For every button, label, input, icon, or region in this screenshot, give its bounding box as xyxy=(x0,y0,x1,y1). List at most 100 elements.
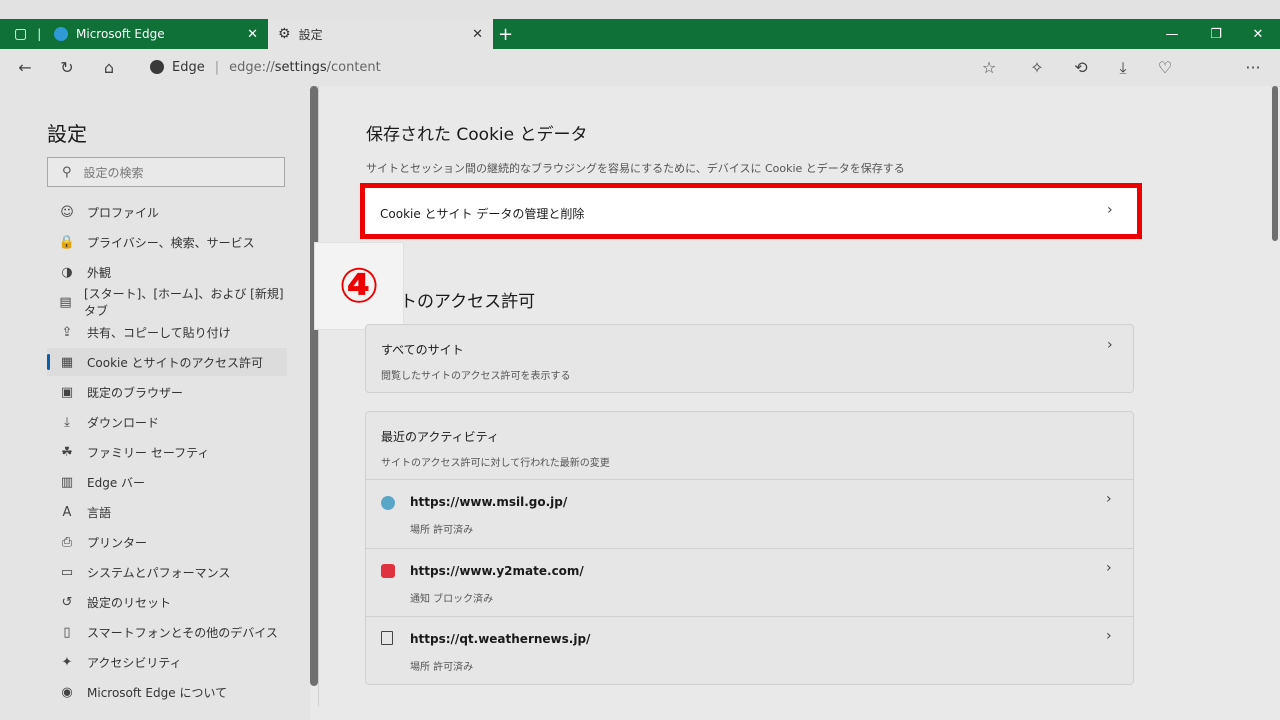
edge-logo-icon xyxy=(54,27,68,41)
page-title: 設定 xyxy=(47,122,87,146)
sidebar-item-label: アクセシビリティ xyxy=(87,655,182,670)
phone-icon: ▯ xyxy=(63,624,71,640)
history-icon: ⟲ xyxy=(1074,58,1088,77)
all-sites-row[interactable]: すべてのサイト 閲覧したサイトのアクセス許可を表示する › xyxy=(365,324,1134,393)
step-marker: ④ xyxy=(315,243,403,329)
manage-cookies-row[interactable]: Cookie とサイト データの管理と削除 › xyxy=(360,183,1142,239)
close-window-button[interactable]: ✕ xyxy=(1236,19,1280,49)
minimize-button[interactable]: — xyxy=(1150,19,1194,49)
sidebar-item-label: システムとパフォーマンス xyxy=(87,565,231,580)
gear-icon: ⚙ xyxy=(278,26,291,42)
address-bar[interactable]: Edge | edge://settings/content xyxy=(136,53,1016,81)
close-tab-icon[interactable]: ✕ xyxy=(472,27,483,42)
sidebar-item-label: スマートフォンとその他のデバイス xyxy=(87,625,278,640)
puzzle-icon: ✧ xyxy=(1030,58,1044,77)
lock-icon: 🔒 xyxy=(58,234,76,250)
back-button[interactable]: ← xyxy=(10,49,40,86)
refresh-icon: ↻ xyxy=(60,58,74,77)
file-icon xyxy=(381,631,393,645)
manage-cookies-label: Cookie とサイト データの管理と削除 xyxy=(380,207,585,221)
favorite-button[interactable]: ☆ xyxy=(974,49,1004,86)
tab-actions-button[interactable]: ▢ | xyxy=(0,19,48,49)
sidebar-item[interactable]: ◉ Microsoft Edge について xyxy=(47,678,287,706)
content-scrollbar[interactable] xyxy=(1272,86,1278,241)
sidebar-item[interactable]: A 言語 xyxy=(47,498,287,526)
sidebar-item-label: Microsoft Edge について xyxy=(87,685,228,700)
sidebar-item-label: 外観 xyxy=(87,265,112,280)
tab-title: 設定 xyxy=(298,27,323,42)
search-input[interactable]: ⚲ 設定の検索 xyxy=(47,157,285,187)
downloads-button[interactable]: ⤓ xyxy=(1108,49,1138,86)
tab-title: Microsoft Edge xyxy=(76,27,165,41)
chevron-right-icon: › xyxy=(1106,560,1112,576)
tab-actions-icon: ▢ xyxy=(14,26,28,42)
sidebar-item[interactable]: 🔒 プライバシー、検索、サービス xyxy=(47,228,287,256)
sidebar-item[interactable]: ◑ 外観 xyxy=(47,258,287,286)
site-row-msil[interactable]: https://www.msil.go.jp/ 場所 許可済み › xyxy=(365,481,1134,547)
sidebar-item[interactable]: ⇪ 共有、コピーして貼り付け xyxy=(47,318,287,346)
system-icon: ▭ xyxy=(60,564,74,580)
sidebar-item[interactable]: ▭ システムとパフォーマンス xyxy=(47,558,287,586)
sidebar-item[interactable]: ▦ Cookie とサイトのアクセス許可 xyxy=(47,348,287,376)
sidebar-item-label: [スタート]、[ホーム]、および [新規] タブ xyxy=(84,287,284,318)
search-placeholder: 設定の検索 xyxy=(83,165,144,180)
sidebar-item-label: ファミリー セーフティ xyxy=(87,445,210,460)
globe-icon xyxy=(381,496,395,510)
more-button[interactable]: ··· xyxy=(1238,49,1268,86)
sidebar-item-label: Cookie とサイトのアクセス許可 xyxy=(87,355,263,370)
sidebar-item-label: 言語 xyxy=(87,505,112,520)
minimize-icon: — xyxy=(1165,26,1179,42)
sidebar-item[interactable]: ⎙ プリンター xyxy=(47,528,287,556)
heart-pulse-icon: ♡ xyxy=(1157,58,1173,77)
sidebar-item-label: 設定のリセット xyxy=(87,595,172,610)
sidebar-scrollbar[interactable] xyxy=(310,86,318,686)
sidebar-item[interactable]: ↺ 設定のリセット xyxy=(47,588,287,616)
home-button[interactable]: ⌂ xyxy=(94,49,124,86)
language-icon: A xyxy=(62,504,72,520)
printer-icon: ⎙ xyxy=(61,534,73,550)
new-tab-button[interactable]: + xyxy=(498,19,522,49)
site-row-weathernews[interactable]: https://qt.weathernews.jp/ 場所 許可済み › xyxy=(365,618,1134,684)
health-button[interactable]: ♡ xyxy=(1150,49,1180,86)
sidebar-item-label: ダウンロード xyxy=(87,415,160,430)
edge-bar-icon: ▥ xyxy=(60,474,74,490)
sidebar-item-label: プライバシー、検索、サービス xyxy=(87,235,255,250)
family-icon: ☘ xyxy=(61,444,73,460)
edge-logo-icon xyxy=(150,60,164,74)
sidebar-item[interactable]: ▤ [スタート]、[ホーム]、および [新規] タブ xyxy=(47,287,287,318)
recent-activity-subtitle: サイトのアクセス許可に対して行われた最新の変更 xyxy=(381,458,610,469)
home-tab-icon: ▤ xyxy=(59,294,72,310)
sidebar-item[interactable]: ▣ 既定のブラウザー xyxy=(47,378,287,406)
sidebar-item-label: Edge バー xyxy=(87,475,146,490)
site-url: https://www.y2mate.com/ xyxy=(410,564,584,578)
tab-settings[interactable]: ⚙ 設定 ✕ xyxy=(268,19,493,49)
site-status: 通知 ブロック済み xyxy=(410,594,494,605)
download-site-icon xyxy=(381,564,395,578)
history-button[interactable]: ⟲ xyxy=(1066,49,1096,86)
all-sites-subtitle: 閲覧したサイトのアクセス許可を表示する xyxy=(381,371,571,382)
close-tab-icon[interactable]: ✕ xyxy=(247,27,258,42)
plus-icon: + xyxy=(498,23,514,45)
browser-icon: ▣ xyxy=(60,384,74,400)
search-icon: ⚲ xyxy=(62,164,72,180)
tab-microsoft-edge[interactable]: Microsoft Edge ✕ xyxy=(48,19,268,49)
sidebar-item[interactable]: ☘ ファミリー セーフティ xyxy=(47,438,287,466)
site-label: Edge xyxy=(172,59,205,75)
sidebar-item[interactable]: ✦ アクセシビリティ xyxy=(47,648,287,676)
extensions-button[interactable]: ✧ xyxy=(1022,49,1052,86)
site-row-y2mate[interactable]: https://www.y2mate.com/ 通知 ブロック済み › xyxy=(365,550,1134,616)
site-url: https://www.msil.go.jp/ xyxy=(410,495,568,509)
restore-button[interactable]: ❐ xyxy=(1194,19,1238,49)
accessibility-icon: ✦ xyxy=(61,654,73,670)
chevron-right-icon: › xyxy=(1106,491,1112,507)
refresh-button[interactable]: ↻ xyxy=(52,49,82,86)
star-add-icon: ☆ xyxy=(981,58,997,77)
sidebar-item[interactable]: ▥ Edge バー xyxy=(47,468,287,496)
home-icon: ⌂ xyxy=(103,58,115,77)
sidebar-item[interactable]: ☺ プロファイル xyxy=(47,198,287,226)
download-icon: ⤓ xyxy=(1119,57,1127,77)
sidebar-item[interactable]: ⤓ ダウンロード xyxy=(47,408,287,436)
sidebar-item[interactable]: ▯ スマートフォンとその他のデバイス xyxy=(47,618,287,646)
reset-icon: ↺ xyxy=(61,594,73,610)
cookie-icon: ▦ xyxy=(60,354,74,370)
